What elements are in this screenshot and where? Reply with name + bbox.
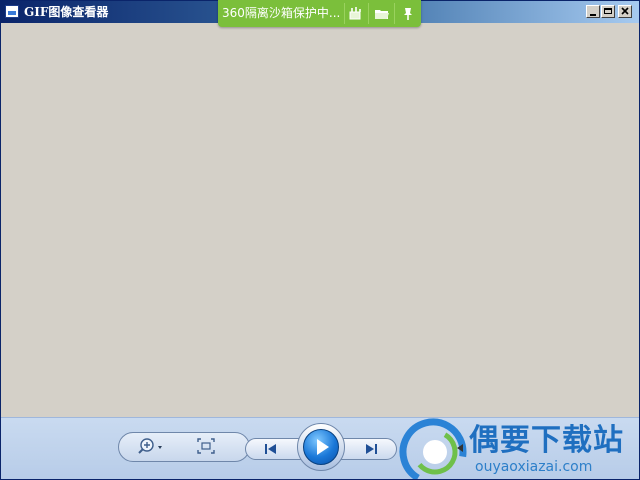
- window-title: GIF图像查看器: [24, 5, 109, 19]
- image-viewport: [1, 23, 639, 417]
- sandbox-tool-icon[interactable]: [348, 6, 364, 21]
- play-ring: [297, 423, 345, 471]
- previous-button[interactable]: [263, 442, 279, 456]
- watermark-url: ouyaoxiazai.com: [475, 459, 593, 475]
- close-button[interactable]: [618, 5, 632, 18]
- next-button[interactable]: [363, 442, 379, 456]
- close-icon: [621, 7, 629, 15]
- fit-to-window-icon[interactable]: [197, 438, 215, 454]
- zoom-in-icon[interactable]: [137, 437, 165, 457]
- banner-divider: [394, 3, 395, 24]
- app-icon[interactable]: [5, 5, 19, 18]
- maximize-button[interactable]: [601, 5, 615, 18]
- app-window: GIF图像查看器 偶要下载站 ouyaoxiazai.com: [0, 0, 640, 480]
- control-bar: 偶要下载站 ouyaoxiazai.com: [1, 417, 639, 479]
- watermark-logo-icon: [399, 418, 467, 479]
- folder-icon[interactable]: [374, 6, 390, 21]
- play-icon: [317, 439, 329, 455]
- minimize-button[interactable]: [586, 5, 600, 18]
- pin-icon[interactable]: [400, 6, 416, 21]
- sandbox-banner[interactable]: 360隔离沙箱保护中...: [218, 0, 421, 27]
- banner-divider: [344, 3, 345, 24]
- sandbox-status-text: 360隔离沙箱保护中...: [222, 6, 341, 20]
- watermark-title: 偶要下载站: [469, 423, 624, 458]
- play-button[interactable]: [303, 429, 339, 465]
- banner-divider: [368, 3, 369, 24]
